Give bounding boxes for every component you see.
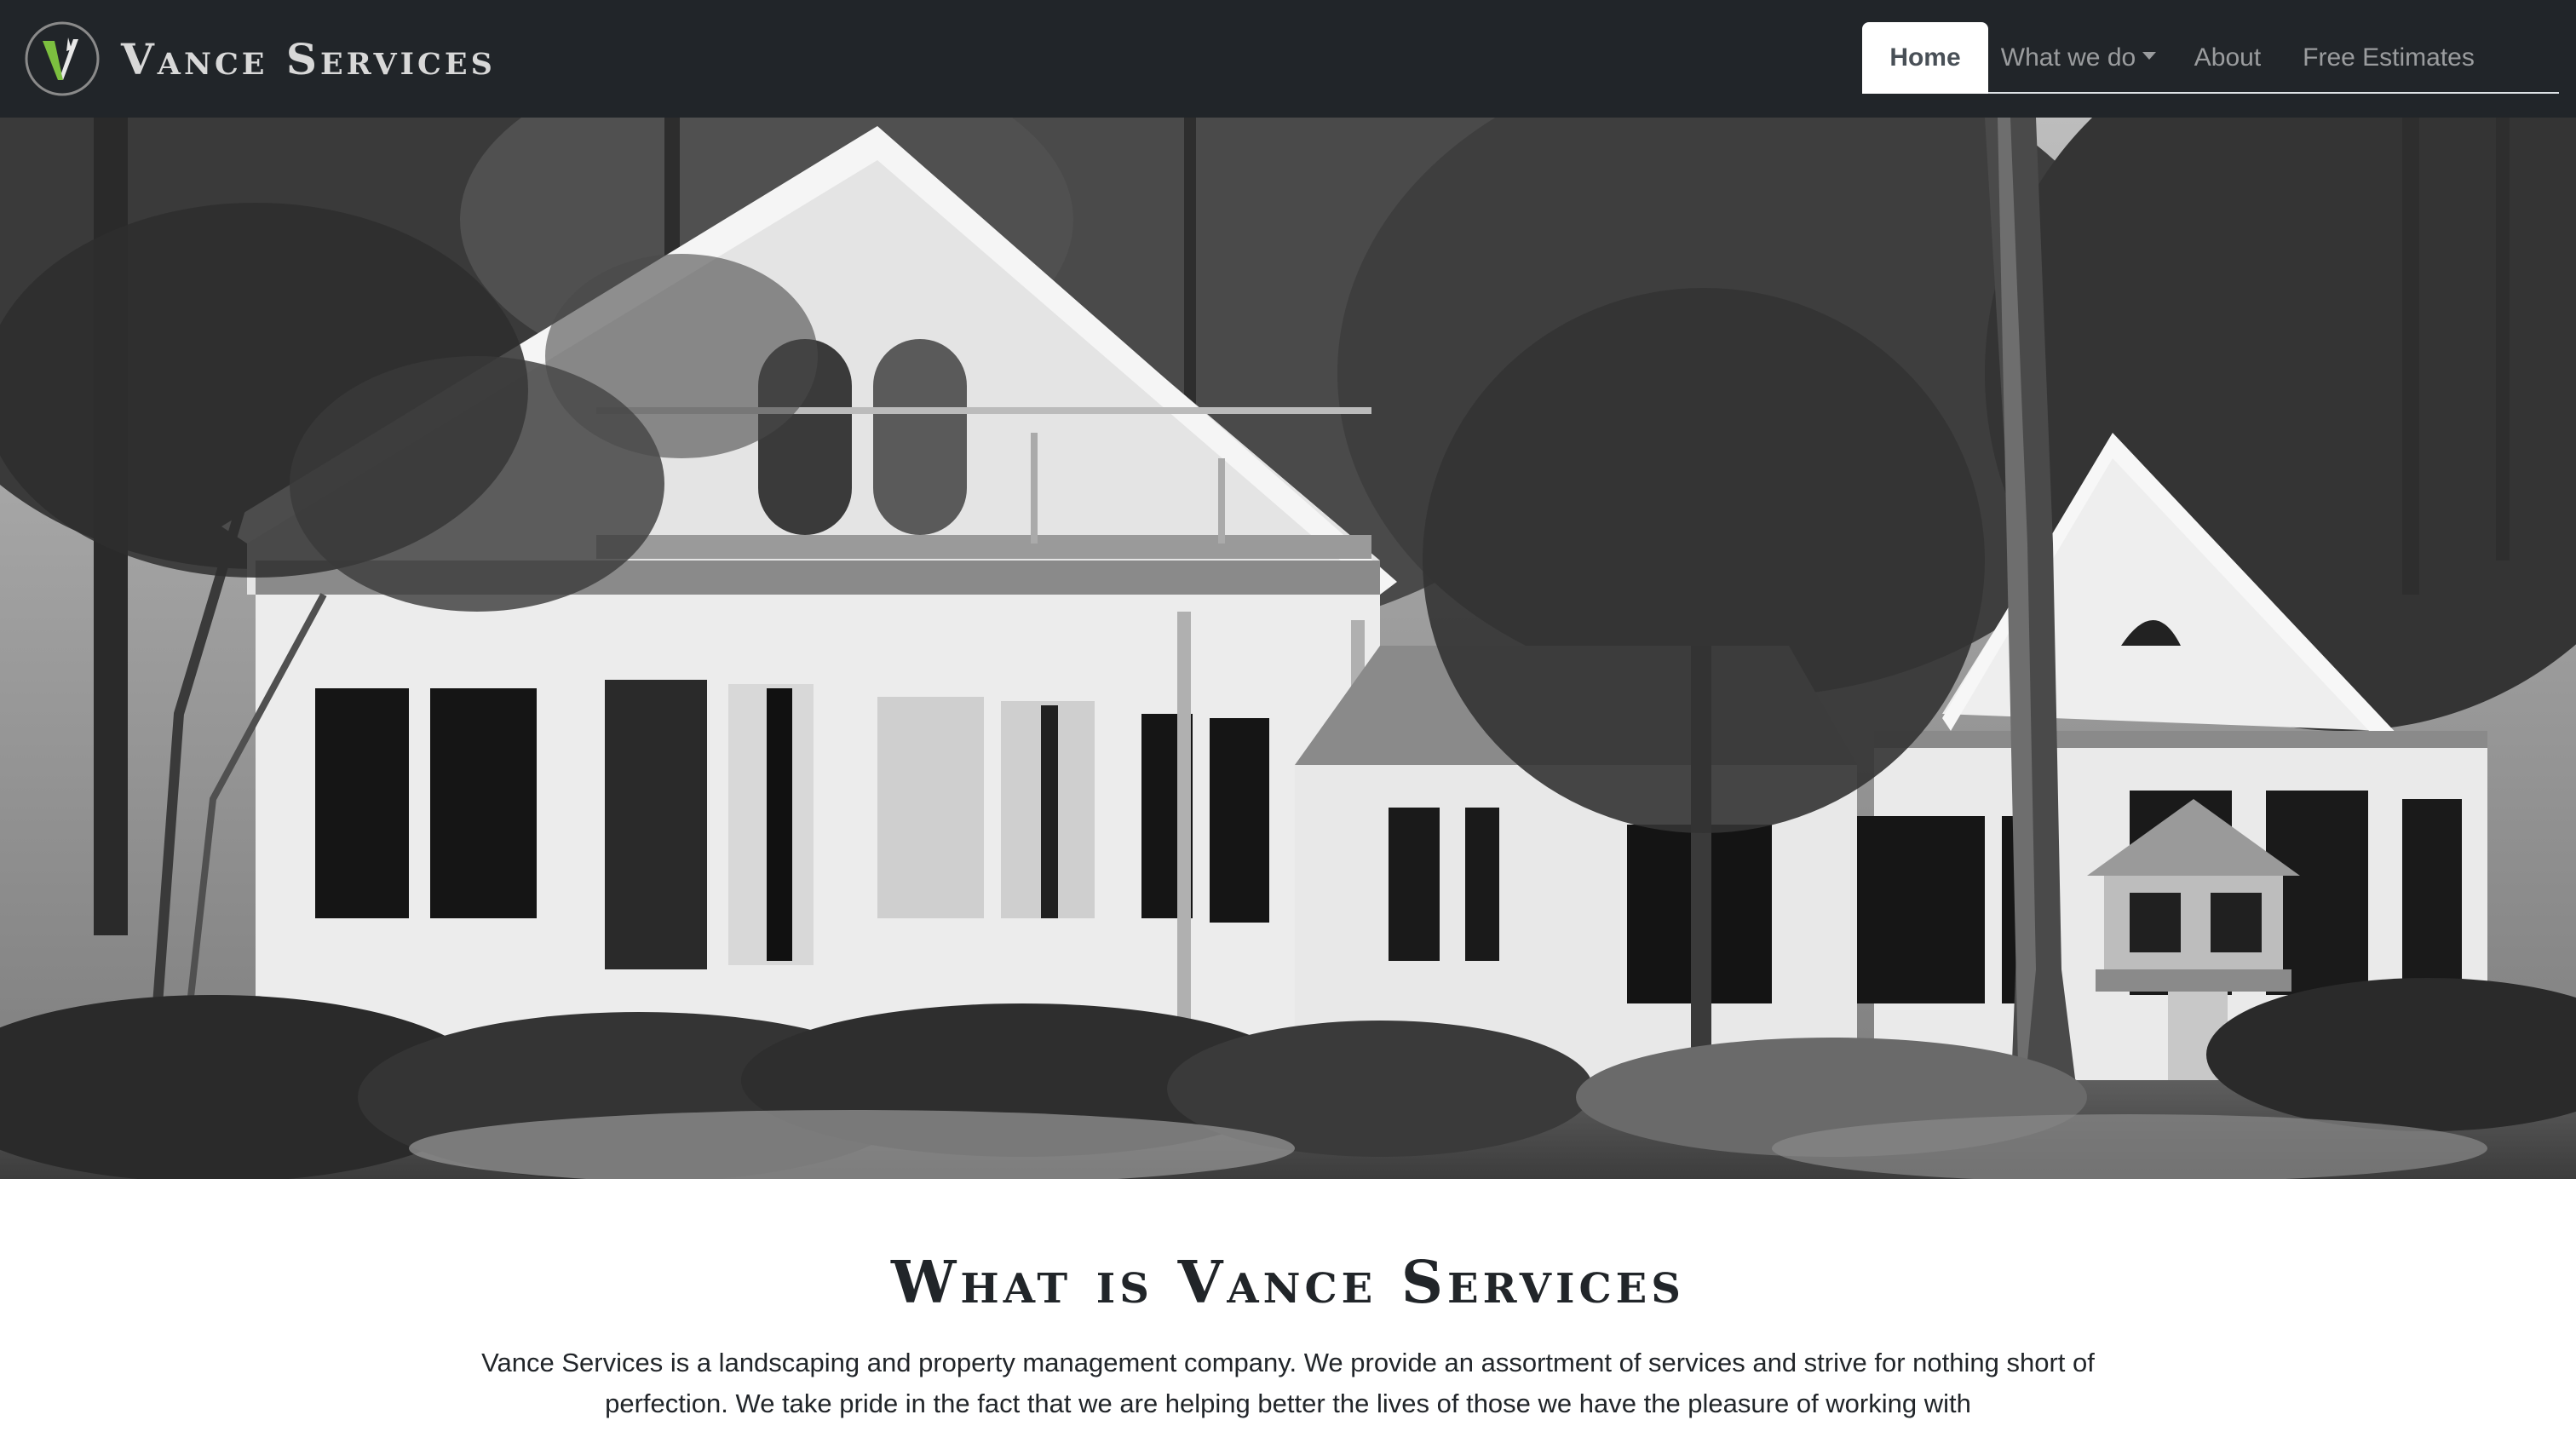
section-title: What is Vance Services (891, 1249, 1685, 1317)
brand-link[interactable]: Vance Services (24, 19, 496, 99)
house-photo (0, 118, 2576, 1179)
nav-item-home[interactable]: Home (1862, 22, 1988, 94)
top-navbar: Vance Services Home What we do About Fre… (0, 0, 2576, 118)
nav-item-about[interactable]: About (2169, 22, 2286, 94)
brand-name: Vance Services (121, 33, 496, 84)
section-description: Vance Services is a landscaping and prop… (481, 1348, 2095, 1418)
nav-tabs: Home What we do About Free Estimates (1862, 22, 2559, 94)
vance-logo-icon (25, 21, 100, 96)
nav-item-what-we-do[interactable]: What we do (1988, 22, 2169, 94)
nav-item-free-estimates[interactable]: Free Estimates (2286, 22, 2491, 94)
nav-item-what-we-do-label: What we do (2000, 43, 2136, 72)
caret-down-icon (2142, 51, 2157, 60)
hero-image (0, 118, 2576, 1179)
